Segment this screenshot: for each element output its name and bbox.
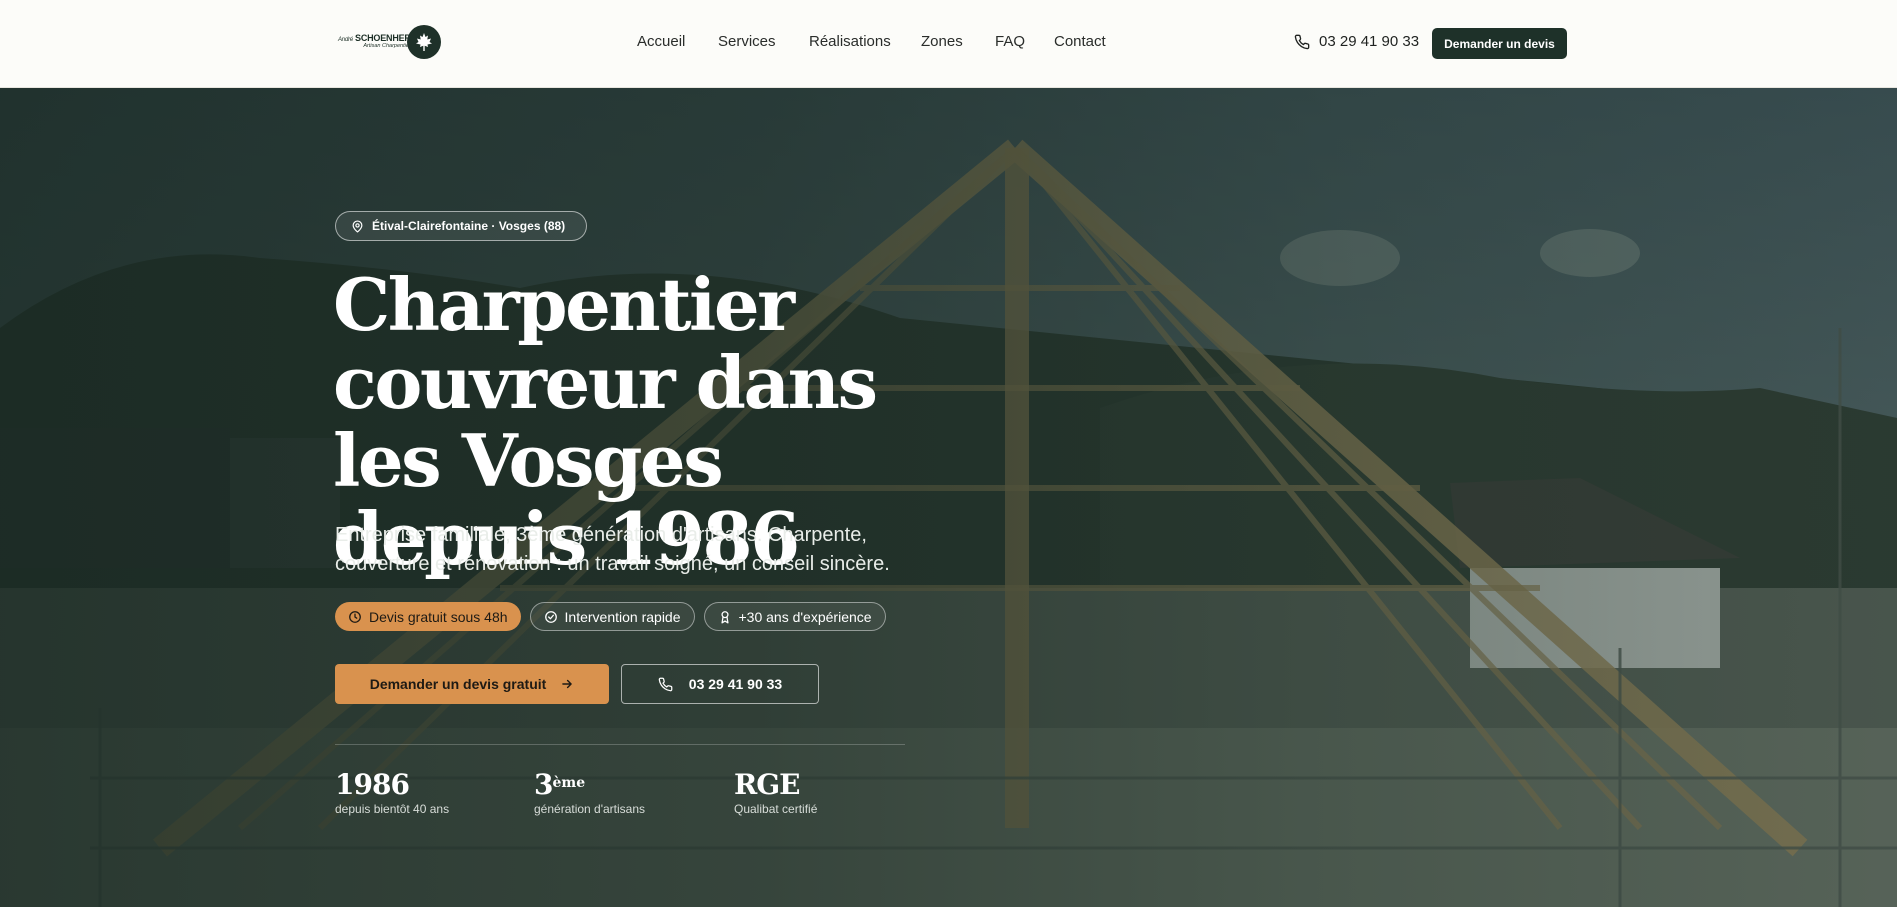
hero-subtitle: Entreprise familiale, 3ème génération d'… (335, 524, 890, 575)
stat-value: 1986 (335, 768, 410, 801)
feature-badges: Devis gratuit sous 48h Intervention rapi… (335, 602, 886, 631)
nav-contact[interactable]: Contact (1054, 33, 1106, 50)
arrow-right-icon (562, 679, 573, 689)
request-quote-button[interactable]: Demander un devis (1432, 28, 1567, 59)
stat-label: Qualibat certifié (734, 802, 818, 816)
map-pin-icon (352, 219, 363, 233)
badge-fast-intervention: Intervention rapide (529, 602, 695, 631)
nav-services[interactable]: Services (718, 33, 776, 50)
stat-value: 3ème (534, 768, 586, 801)
badge-experience: +30 ans d'expérience (703, 602, 886, 631)
logo-subtitle: Artisan Charpentier (363, 43, 411, 50)
stat-label: génération d'artisans (534, 802, 646, 816)
call-phone-button[interactable]: 03 29 41 90 33 (621, 664, 819, 704)
logo-name: André SCHOENHER (338, 33, 411, 44)
phone-icon (1294, 34, 1310, 49)
badge-free-quote: Devis gratuit sous 48h (335, 602, 521, 631)
check-circle-icon (544, 610, 557, 623)
stat-certification: RGE Qualibat certifié (734, 768, 818, 817)
header-phone-link[interactable]: 03 29 41 90 33 (1294, 33, 1419, 50)
nav-realisations[interactable]: Réalisations (809, 33, 891, 50)
clock-icon (349, 610, 361, 623)
award-icon (720, 610, 729, 623)
location-badge: Étival-Clairefontaine · Vosges (88) (335, 211, 587, 241)
stat-generation: 3ème génération d'artisans (534, 768, 646, 817)
location-text: Étival-Clairefontaine · Vosges (88) (372, 219, 566, 233)
nav-faq[interactable]: FAQ (995, 33, 1025, 50)
site-header: André SCHOENHER Artisan Charpentier Accue… (0, 0, 1897, 88)
stat-label: depuis bientôt 40 ans (335, 802, 450, 816)
stat-value: RGE (734, 768, 801, 801)
header-phone-number: 03 29 41 90 33 (1319, 33, 1420, 50)
stats-divider (335, 744, 905, 745)
nav-accueil[interactable]: Accueil (637, 33, 685, 50)
phone-icon (658, 677, 673, 691)
logo[interactable]: André SCHOENHER Artisan Charpentier (338, 23, 446, 61)
nav-zones[interactable]: Zones (921, 33, 963, 50)
request-free-quote-button[interactable]: Demander un devis gratuit (335, 664, 609, 704)
stat-founded: 1986 depuis bientôt 40 ans (335, 768, 450, 817)
maple-leaf-icon (406, 25, 441, 59)
